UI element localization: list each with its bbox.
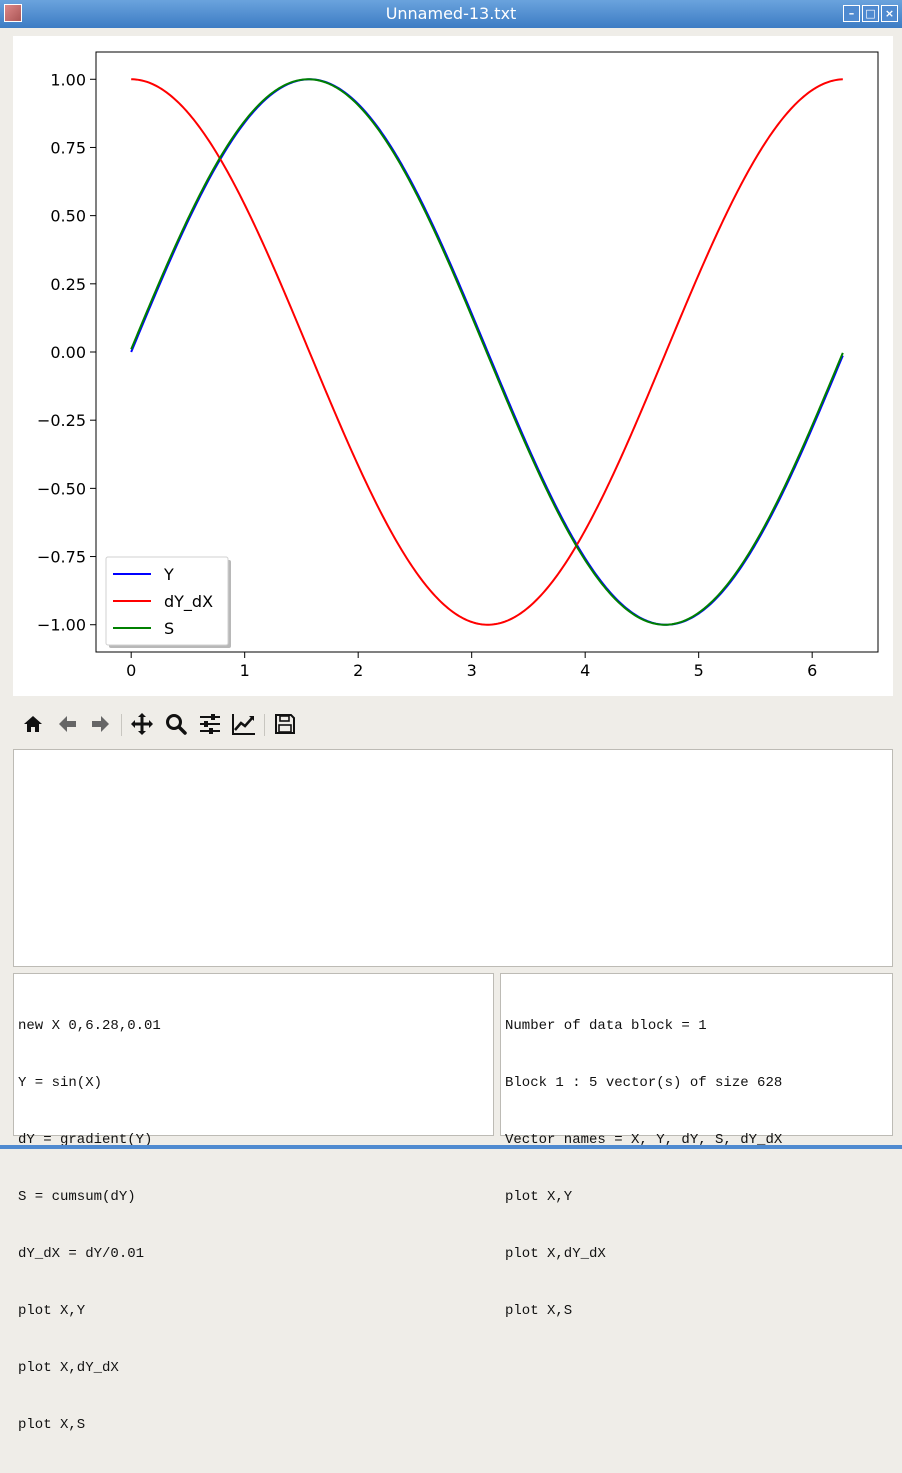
y-tick-label: 0.50: [50, 207, 86, 226]
output-line: plot X,dY_dX: [505, 1246, 606, 1262]
zoom-icon: [166, 714, 187, 735]
toolbar-separator: [121, 714, 122, 736]
pan-icon: [131, 713, 153, 735]
editor-line: dY_dX = dY/0.01: [18, 1246, 145, 1262]
x-tick-label: 0: [126, 661, 136, 680]
y-tick-label: −0.25: [37, 411, 86, 430]
x-tick-label: 3: [467, 661, 477, 680]
output-line: Number of data block = 1: [505, 1018, 707, 1034]
editor-line: Y = sin(X): [18, 1075, 103, 1091]
x-tick-label: 4: [580, 661, 590, 680]
pan-button[interactable]: [128, 710, 156, 738]
x-tick-label: 6: [807, 661, 817, 680]
command-editor[interactable]: new X 0,6.28,0.01 Y = sin(X) dY = gradie…: [13, 973, 494, 1433]
editor-line: S = cumsum(dY): [18, 1189, 136, 1205]
back-arrow-icon: [59, 716, 76, 732]
save-icon: [275, 714, 295, 734]
legend-label: dY_dX: [164, 592, 213, 612]
x-tick-label: 5: [694, 661, 704, 680]
maximize-button[interactable]: □: [862, 5, 879, 22]
editor-line: new X 0,6.28,0.01: [18, 1018, 161, 1034]
toolbar-separator: [264, 714, 265, 736]
y-tick-label: −1.00: [37, 616, 86, 635]
y-tick-label: 0.75: [50, 138, 86, 157]
output-line: Block 1 : 5 vector(s) of size 628: [505, 1075, 783, 1091]
legend-label: S: [164, 619, 174, 638]
plot-toolbar: [13, 706, 313, 742]
forward-button[interactable]: [87, 710, 115, 738]
subplots-icon: [200, 714, 220, 734]
output-console[interactable]: Number of data block = 1 Block 1 : 5 vec…: [500, 973, 893, 1319]
edit-axis-icon: [232, 714, 255, 735]
save-button[interactable]: [271, 710, 299, 738]
editor-line: plot X,S: [18, 1417, 86, 1433]
y-tick-label: 0.00: [50, 343, 86, 362]
y-tick-label: 1.00: [50, 70, 86, 89]
close-button[interactable]: ×: [881, 5, 898, 22]
series-line-S: [130, 78, 844, 626]
legend-label: Y: [163, 565, 174, 584]
window-titlebar[interactable]: Unnamed-13.txt – □ ×: [0, 0, 902, 28]
home-icon: [24, 716, 42, 732]
window-bottom-border: [0, 1145, 902, 1149]
y-tick-label: −0.75: [37, 548, 86, 567]
empty-panel[interactable]: [13, 749, 893, 967]
y-tick-label: 0.25: [50, 275, 86, 294]
editor-text[interactable]: new X 0,6.28,0.01 Y = sin(X) dY = gradie…: [18, 979, 493, 1473]
output-text: Number of data block = 1 Block 1 : 5 vec…: [505, 979, 892, 1359]
home-button[interactable]: [19, 710, 47, 738]
editor-line: plot X,Y: [18, 1303, 86, 1319]
line-chart: 0 1 2 3 4 5 6 1.00 0.75 0.50 0.25 0.00 −0.25 −0.50 −0.…: [37, 51, 879, 680]
forward-arrow-icon: [92, 716, 109, 732]
window-title: Unnamed-13.txt: [385, 4, 517, 23]
plot-canvas[interactable]: 0 1 2 3 4 5 6 1.00 0.75 0.50 0.25 0.00 −0.25 −0.50 −0.…: [13, 36, 893, 696]
zoom-button[interactable]: [162, 710, 190, 738]
x-tick-label: 1: [240, 661, 250, 680]
output-line: plot X,S: [505, 1303, 573, 1319]
editor-line: plot X,dY_dX: [18, 1360, 119, 1376]
y-tick-label: −0.50: [37, 479, 86, 498]
x-tick-label: 2: [353, 661, 363, 680]
back-button[interactable]: [53, 710, 81, 738]
output-line: plot X,Y: [505, 1189, 573, 1205]
subplots-button[interactable]: [196, 710, 224, 738]
minimize-button[interactable]: –: [843, 5, 860, 22]
edit-axis-button[interactable]: [230, 710, 258, 738]
